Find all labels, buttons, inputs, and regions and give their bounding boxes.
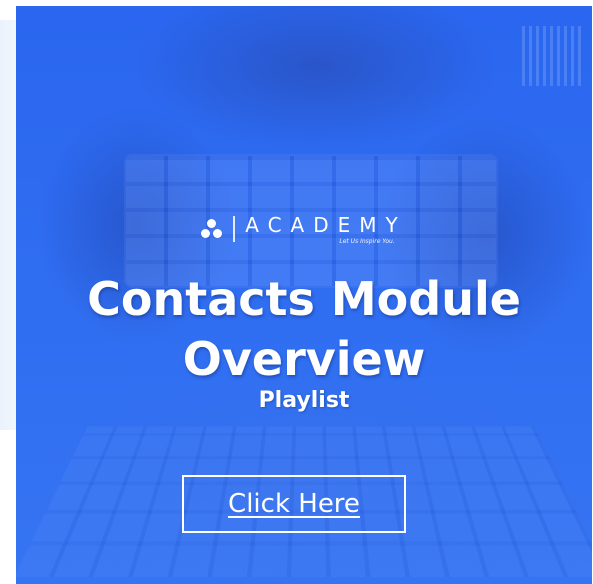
banner-title-line-1: Contacts Module [87, 272, 521, 326]
promo-banner: ACADEMY Let Us Inspire You. Contacts Mod… [16, 6, 592, 584]
academy-logo: ACADEMY Let Us Inspire You. [16, 211, 592, 247]
academy-logo-icon [201, 219, 223, 239]
logo-tagline: Let Us Inspire You. [339, 238, 395, 245]
page: ACADEMY Let Us Inspire You. Contacts Mod… [0, 0, 593, 584]
click-here-button[interactable]: Click Here [182, 475, 406, 533]
logo-name: ACADEMY [245, 213, 407, 237]
sparkle-decoration [522, 26, 582, 86]
logo-divider [233, 216, 236, 242]
banner-title-line-2: Overview [182, 332, 426, 386]
banner-subtitle: Playlist [258, 388, 350, 413]
logo-wordmark: ACADEMY Let Us Inspire You. [245, 213, 407, 245]
